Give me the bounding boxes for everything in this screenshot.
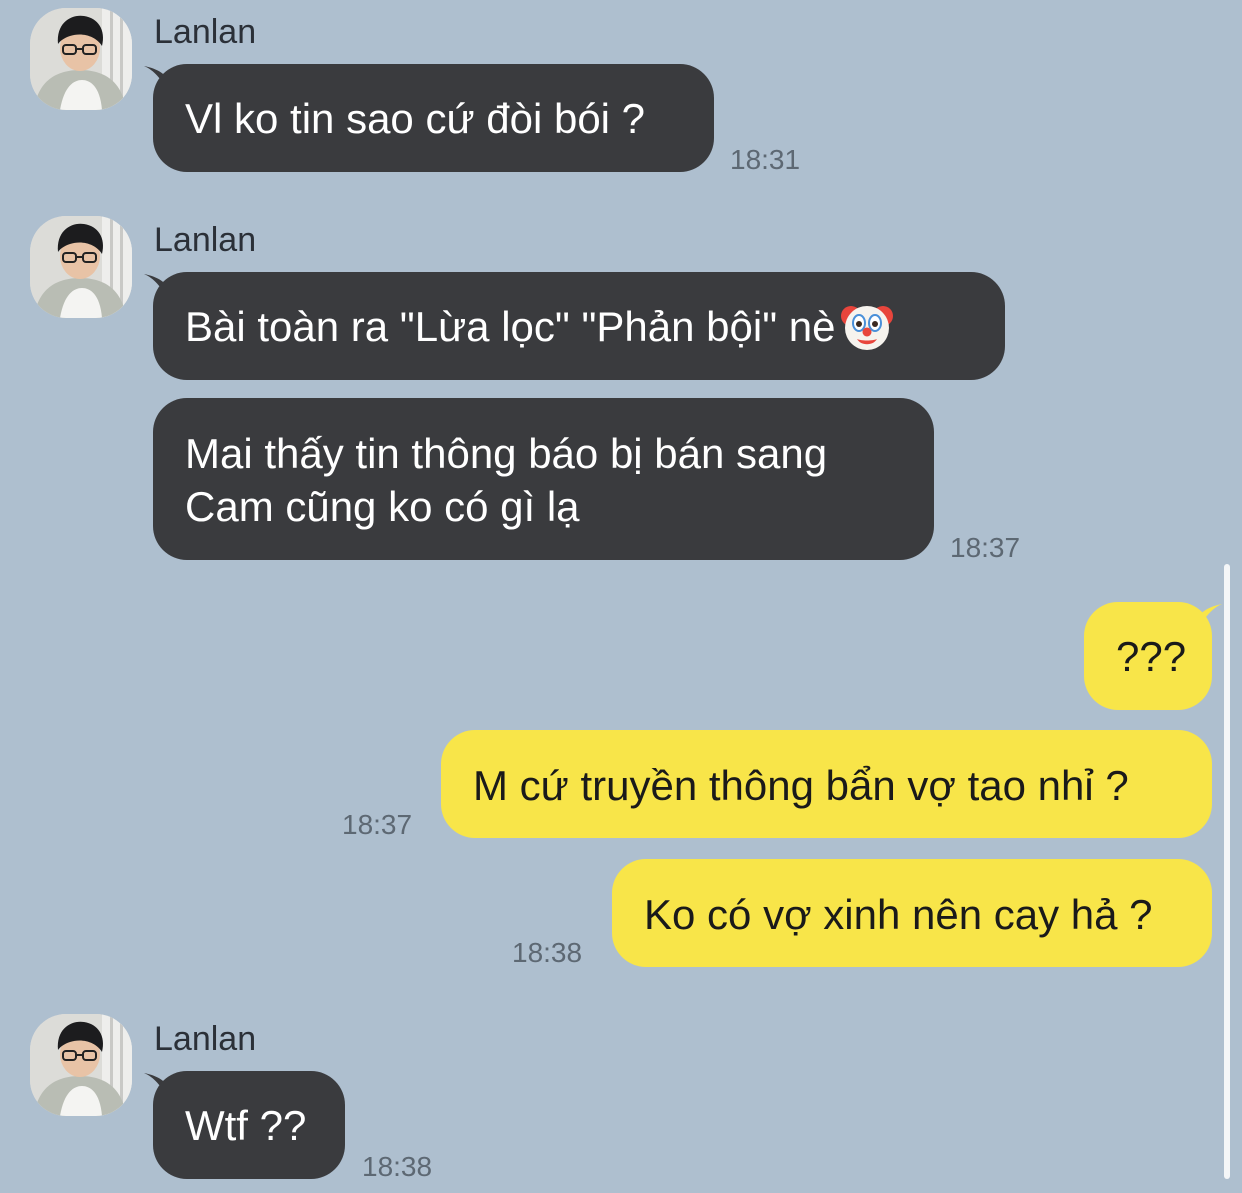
sender-name: Lanlan (154, 221, 257, 259)
message-time: 18:38 (512, 937, 583, 968)
scrollbar[interactable] (1224, 564, 1230, 1179)
message-bubble-incoming[interactable]: Bài toàn ra "Lừa lọc" "Phản bội" nè (153, 272, 1005, 380)
message-bubble-incoming[interactable]: Wtf ?? (153, 1071, 345, 1179)
message-time: 18:31 (730, 144, 801, 175)
message-bubble-outgoing[interactable]: M cứ truyền thông bẩn vợ tao nhỉ ? (441, 730, 1212, 838)
contact-avatar[interactable] (30, 8, 132, 110)
contact-avatar[interactable] (30, 1014, 132, 1116)
message-text: Vl ko tin sao cứ đòi bói ? (185, 95, 646, 142)
message-text: Ko có vợ xinh nên cay hả ? (644, 891, 1153, 938)
message-time: 18:37 (950, 532, 1021, 563)
message-bubble-outgoing[interactable]: ??? (1084, 602, 1212, 710)
message-text: Bài toàn ra "Lừa lọc" "Phản bội" nè (185, 303, 836, 350)
message-text: ??? (1116, 633, 1187, 680)
message-text-line: Mai thấy tin thông báo bị bán sang (185, 430, 828, 477)
message-bubble-outgoing[interactable]: Ko có vợ xinh nên cay hả ? (612, 859, 1212, 967)
message-text-line: Cam cũng ko có gì lạ (185, 483, 580, 530)
sender-name: Lanlan (154, 1020, 257, 1058)
message-time: 18:37 (342, 809, 413, 840)
sender-name: Lanlan (154, 13, 257, 51)
clown-face-emoji (840, 305, 893, 350)
message-text: M cứ truyền thông bẩn vợ tao nhỉ ? (473, 762, 1129, 809)
message-text: Wtf ?? (185, 1102, 307, 1149)
message-bubble-incoming[interactable]: Vl ko tin sao cứ đòi bói ? (153, 64, 714, 172)
message-time: 18:38 (362, 1151, 433, 1182)
message-bubble-incoming[interactable]: Mai thấy tin thông báo bị bán sang Cam c… (153, 398, 934, 560)
contact-avatar[interactable] (30, 216, 132, 318)
